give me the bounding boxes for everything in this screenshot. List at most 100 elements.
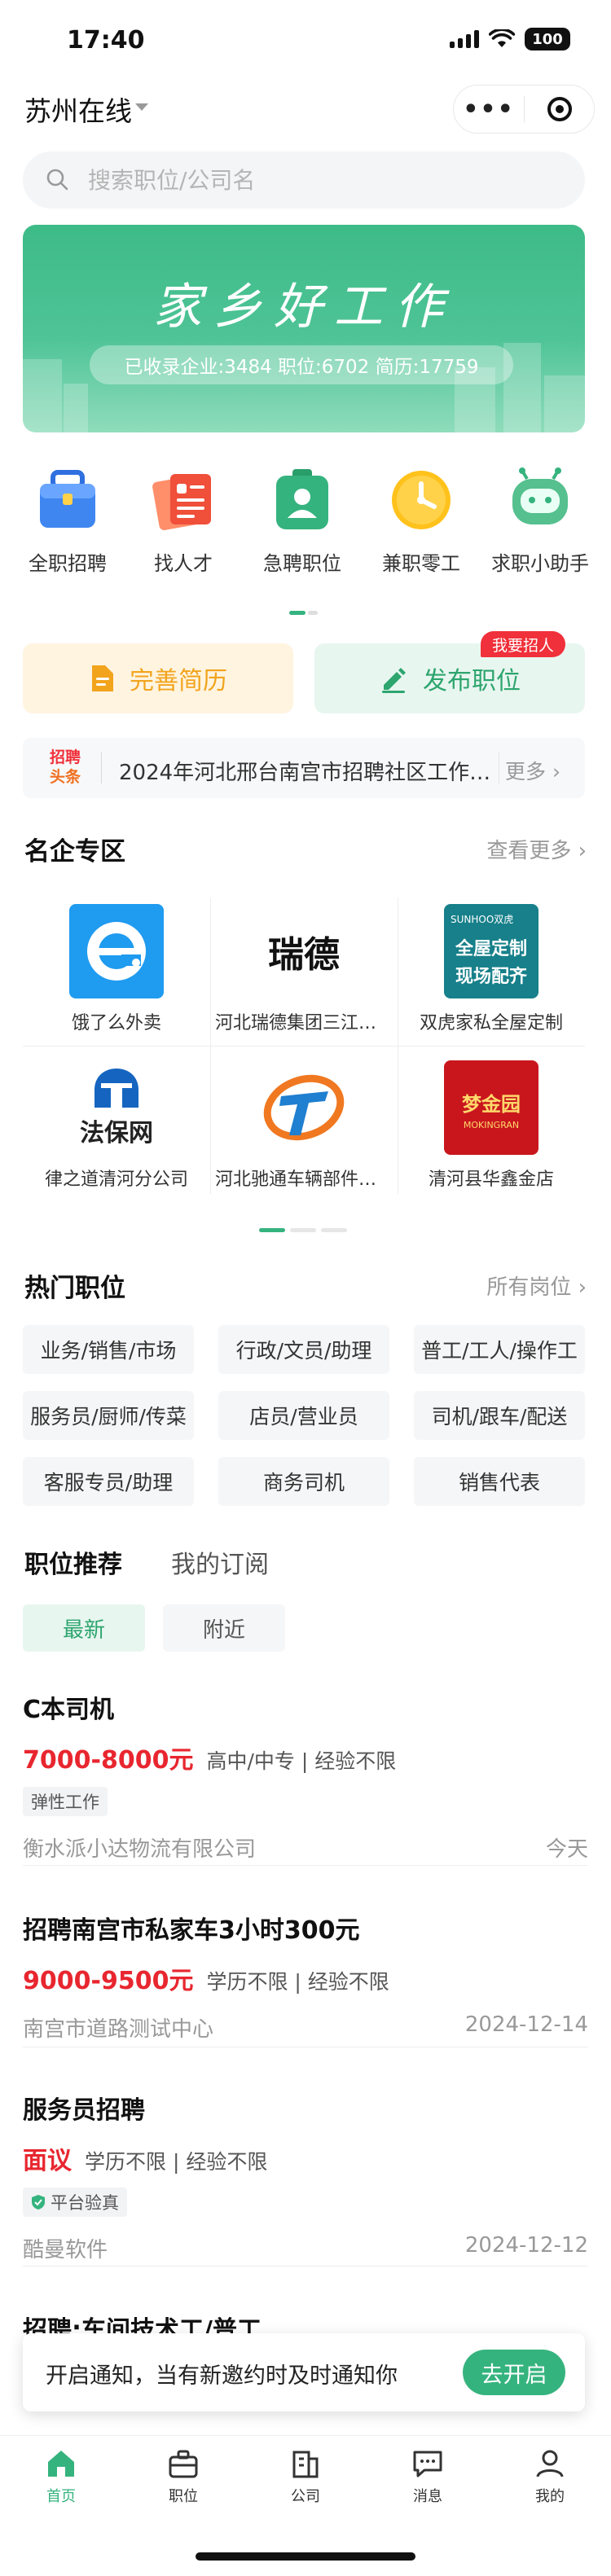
job-card[interactable]: 招聘南宫市私家车3小时300元 9000-9500元 学历不限 | 经验不限 南…: [23, 1910, 588, 2043]
job-title: 服务员招聘: [23, 2096, 145, 2125]
tab-label: 公司: [291, 2488, 320, 2505]
company-card[interactable]: 瑞德 河北瑞德集团三江分公司: [210, 889, 398, 1046]
caret-down-icon[interactable]: [135, 103, 148, 111]
search-icon: [46, 169, 68, 191]
chevron-right-icon: ›: [578, 1275, 587, 1300]
category-assistant[interactable]: 求职小助手: [479, 466, 601, 576]
hot-job-tag[interactable]: 店员/营业员: [218, 1391, 389, 1440]
tab-label: 我的: [535, 2488, 565, 2505]
category-label: 找人才: [154, 552, 213, 575]
verified-badge: 平台验真: [23, 2188, 127, 2217]
user-icon: [534, 2447, 566, 2480]
resume-cards-icon: [149, 466, 218, 534]
notification-prompt-text: 开启通知，当有新邀约时及时通知你: [46, 2363, 398, 2389]
headline-logo: 招聘 头条: [49, 748, 81, 786]
ruide-logo: 瑞德: [257, 904, 351, 998]
fabao-logo: 法保网: [69, 1060, 164, 1155]
tab-subscriptions[interactable]: 我的订阅: [171, 1544, 269, 1580]
company-card[interactable]: SUNHOO双虎 全屋定制 现场配齐 双虎家私全屋定制: [398, 889, 585, 1046]
hot-job-tag[interactable]: 服务员/厨师/传菜: [23, 1391, 194, 1440]
hot-job-tag[interactable]: 司机/跟车/配送: [414, 1391, 585, 1440]
verified-shield-icon: [32, 2195, 45, 2210]
all-jobs-link[interactable]: 所有岗位 ›: [486, 1270, 587, 1301]
id-badge-icon: [268, 466, 336, 534]
city-selector[interactable]: 苏州在线: [24, 90, 132, 129]
category-parttime[interactable]: 兼职零工: [360, 466, 482, 576]
hot-job-tag[interactable]: 客服专员/助理: [23, 1457, 194, 1506]
tab-label: 职位: [169, 2488, 198, 2505]
hot-jobs-section-title: 热门职位: [24, 1274, 125, 1303]
company-card[interactable]: 饿了么外卖: [23, 889, 210, 1046]
hot-job-tag[interactable]: 商务司机: [218, 1457, 389, 1506]
job-date: 2024-12-12: [464, 2233, 588, 2258]
ticker-headline[interactable]: 2024年河北邢台南宫市招聘社区工作者公告: [119, 756, 494, 786]
companies-pager-active: [259, 1228, 285, 1232]
job-salary: 面议: [23, 2147, 72, 2175]
search-input[interactable]: [88, 151, 544, 208]
miniprogram-capsule: •••: [453, 85, 595, 134]
promo-banner[interactable]: 家乡好工作 已收录企业:3484 职位:6702 简历:17759: [23, 225, 585, 432]
company-card[interactable]: 梦金园 MOKINGRAN 清河县华鑫金店: [398, 1046, 585, 1202]
eleme-logo-icon: [69, 904, 164, 998]
enable-notifications-button[interactable]: 去开启: [463, 2350, 565, 2395]
hot-job-tag[interactable]: 普工/工人/操作工: [414, 1325, 585, 1374]
ticker-more-link[interactable]: 更多 ›: [505, 756, 560, 785]
companies-more-link[interactable]: 查看更多 ›: [486, 834, 587, 864]
more-menu-button[interactable]: •••: [454, 95, 524, 124]
company-card[interactable]: 法保网 律之道清河分公司: [23, 1046, 210, 1202]
wifi-icon: [489, 29, 515, 47]
banner-building: [23, 359, 62, 432]
hot-job-tag[interactable]: 销售代表: [414, 1457, 585, 1506]
home-icon: [45, 2447, 77, 2480]
category-pager-active: [289, 611, 306, 615]
banner-building: [544, 375, 585, 432]
category-urgent[interactable]: 急聘职位: [241, 466, 363, 576]
search-bar[interactable]: [23, 151, 585, 208]
tab-messages[interactable]: 消息: [367, 2447, 489, 2506]
ticker-divider: [101, 753, 102, 783]
job-requirements: 学历不限 | 经验不限: [85, 2150, 268, 2174]
tab-recommend[interactable]: 职位推荐: [24, 1544, 122, 1580]
companies-section-title: 名企专区: [24, 837, 125, 867]
job-title: C本司机: [23, 1696, 115, 1724]
company-card[interactable]: 河北驰通车辆部件有限公司: [210, 1046, 398, 1202]
chitong-logo-icon: [257, 1060, 351, 1155]
target-icon: [547, 97, 572, 121]
job-salary: 7000-8000元: [23, 1746, 194, 1775]
divider: [23, 2266, 588, 2267]
clock-icon: [387, 466, 455, 534]
filter-latest[interactable]: 最新: [23, 1604, 145, 1652]
category-pager: [308, 611, 318, 615]
tab-home[interactable]: 首页: [0, 2447, 122, 2506]
status-bar: 17:40 100: [0, 0, 611, 81]
notification-prompt: 开启通知，当有新邀约时及时通知你 去开启: [23, 2333, 585, 2411]
companies-pager: [290, 1228, 316, 1232]
status-icons: 100: [450, 28, 570, 50]
complete-resume-button[interactable]: 完善简历: [23, 643, 293, 713]
tab-companies[interactable]: 公司: [244, 2447, 367, 2506]
company-name: 河北瑞德集团三江分公司: [215, 1013, 393, 1033]
category-label: 兼职零工: [382, 552, 460, 575]
banner-stats: 已收录企业:3484 职位:6702 简历:17759: [90, 345, 513, 384]
job-card[interactable]: C本司机 7000-8000元 高中/中专 | 经验不限 弹性工作 衡水派小达物…: [23, 1689, 588, 1863]
close-miniprogram-button[interactable]: [525, 97, 594, 121]
company-name: 双虎家私全屋定制: [419, 1013, 563, 1033]
banner-title: 家乡好工作: [153, 279, 455, 336]
tab-label: 消息: [413, 2488, 442, 2505]
briefcase-icon: [167, 2447, 200, 2480]
battery-icon: 100: [525, 28, 570, 50]
job-date: 今天: [545, 1837, 588, 1862]
filter-nearby[interactable]: 附近: [163, 1604, 285, 1652]
tab-jobs[interactable]: 职位: [122, 2447, 244, 2506]
job-card[interactable]: 服务员招聘 面议 学历不限 | 经验不限 平台验真 酷曼软件 2024-12-1…: [23, 2090, 588, 2263]
post-job-label: 发布职位: [423, 667, 521, 696]
hot-job-tag[interactable]: 业务/销售/市场: [23, 1325, 194, 1374]
job-company: 酷曼软件: [23, 2238, 108, 2262]
news-ticker[interactable]: 招聘 头条 2024年河北邢台南宫市招聘社区工作者公告 更多 ›: [23, 738, 585, 798]
job-benefit-tag: 弹性工作: [23, 1787, 108, 1816]
tab-profile[interactable]: 我的: [489, 2447, 611, 2506]
building-icon: [289, 2447, 322, 2480]
category-fulltime[interactable]: 全职招聘: [7, 466, 129, 576]
category-talent[interactable]: 找人才: [122, 466, 244, 576]
hot-job-tag[interactable]: 行政/文员/助理: [218, 1325, 389, 1374]
